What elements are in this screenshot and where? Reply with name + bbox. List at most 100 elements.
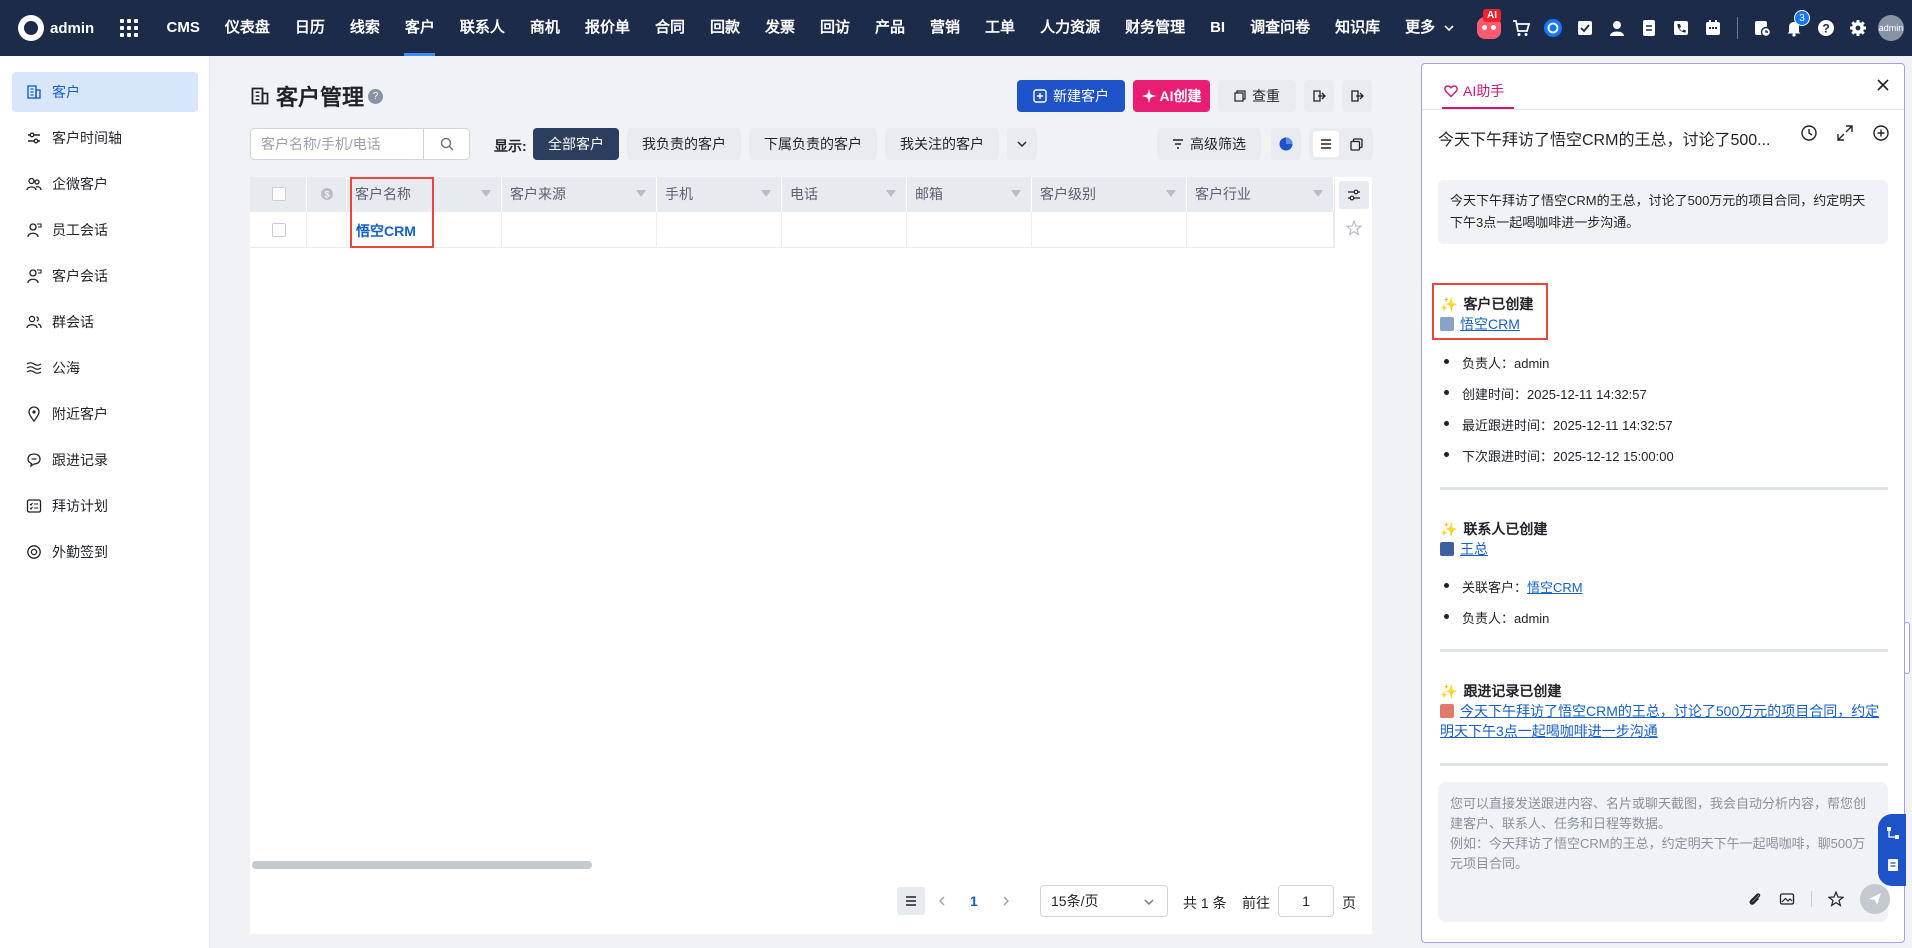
chevron-left-icon[interactable] [936,895,948,907]
nav-item-leads[interactable]: 线索 [337,0,392,56]
phone-icon[interactable] [1665,12,1697,44]
sidebar-item-customers[interactable]: 客户 [12,72,198,112]
advanced-filter-button[interactable]: 高级筛选 [1157,128,1261,160]
column-filter-icon[interactable] [1313,190,1323,197]
cart-icon[interactable] [1505,12,1537,44]
column-filter-icon[interactable] [636,190,646,197]
nav-item-contacts[interactable]: 联系人 [447,0,517,56]
nav-item-calendar[interactable]: 日历 [282,0,337,56]
search-button[interactable] [423,129,469,159]
import-button[interactable] [1304,80,1334,112]
ai-create-button[interactable]: AI创建 [1133,80,1210,112]
app-grid-icon[interactable] [120,19,138,37]
star-icon[interactable] [1828,891,1844,907]
nav-item-products[interactable]: 产品 [863,0,918,56]
nav-item-quotes[interactable]: 报价单 [572,0,642,56]
tab-subordinate-customers[interactable]: 下属负责的客户 [749,128,877,160]
image-icon[interactable] [1779,891,1795,907]
tab-my-customers[interactable]: 我负责的客户 [627,128,741,160]
sidebar-item-customer-timeline[interactable]: 客户时间轴 [12,118,198,158]
nav-item-tickets[interactable]: 工单 [973,0,1028,56]
expand-icon[interactable] [1836,124,1854,142]
close-icon[interactable] [1876,78,1890,92]
task-check-icon[interactable] [1569,12,1601,44]
nav-item-finance[interactable]: 财务管理 [1113,0,1198,56]
search-input[interactable] [251,129,423,159]
sidebar-item-wecom-customers[interactable]: 企微客户 [12,164,198,204]
bell-icon[interactable]: 3 [1778,10,1810,44]
column-header-mobile[interactable]: 手机 [657,177,782,212]
list-view-button[interactable] [1313,131,1339,157]
nav-item-invoices[interactable]: 发票 [752,0,807,56]
sidebar-item-public-pool[interactable]: 公海 [12,348,198,388]
sidebar-item-visit-plans[interactable]: 拜访计划 [12,486,198,526]
nav-item-payments[interactable]: 回款 [697,0,752,56]
related-customer-link[interactable]: 悟空CRM [1527,580,1583,595]
nav-item-opportunities[interactable]: 商机 [517,0,572,56]
row-checkbox[interactable] [272,223,286,237]
nav-item-marketing[interactable]: 营销 [918,0,973,56]
column-settings-button[interactable] [1339,181,1369,209]
column-filter-icon[interactable] [1011,190,1021,197]
more-tabs-button[interactable] [1007,128,1037,160]
column-header-industry[interactable]: 客户行业 [1187,177,1334,212]
tab-all-customers[interactable]: 全部客户 [533,128,619,160]
new-chat-icon[interactable] [1872,124,1890,142]
nav-item-revisits[interactable]: 回访 [808,0,863,56]
column-header-email[interactable]: 邮箱 [907,177,1032,212]
card-view-button[interactable] [1343,131,1369,157]
tab-ai-assistant[interactable]: AI助手 [1444,76,1504,106]
column-header-level[interactable]: 客户级别 [1032,177,1187,212]
floating-side-tab[interactable] [1878,814,1906,886]
help-icon[interactable]: ? [368,88,384,104]
schedule-icon[interactable] [1746,12,1778,44]
sidebar-item-group-sessions[interactable]: 群会话 [12,302,198,342]
column-filter-icon[interactable] [1166,190,1176,197]
chevron-right-icon[interactable] [1000,895,1012,907]
nav-item-cms[interactable]: CMS [154,0,212,56]
column-filter-icon[interactable] [481,190,491,197]
nav-item-knowledge[interactable]: 知识库 [1323,0,1393,56]
chat-app-icon[interactable] [1537,12,1569,44]
nav-item-survey[interactable]: 调查问卷 [1238,0,1323,56]
brand-logo[interactable]: admin [18,15,98,41]
sidebar-item-field-checkin[interactable]: 外勤签到 [12,532,198,572]
select-all-checkbox[interactable] [272,187,286,201]
goto-page-input[interactable]: 1 [1278,885,1334,917]
column-filter-icon[interactable] [886,190,896,197]
column-header-source[interactable]: 客户来源 [502,177,657,212]
calendar-icon[interactable] [1697,12,1729,44]
user-icon[interactable] [1601,12,1633,44]
chart-view-button[interactable] [1271,128,1301,160]
nav-item-contracts[interactable]: 合同 [642,0,697,56]
paperclip-icon[interactable] [1747,891,1763,907]
sidebar-item-nearby-customers[interactable]: 附近客户 [12,394,198,434]
document-icon[interactable] [1633,12,1665,44]
horizontal-scrollbar[interactable] [252,861,592,869]
nav-item-hr[interactable]: 人力资源 [1028,0,1113,56]
nav-item-more[interactable]: 更多 [1393,0,1468,56]
sidebar-item-customer-sessions[interactable]: 客户会话 [12,256,198,296]
star-icon[interactable] [1346,220,1362,236]
pagination-list-toggle[interactable] [897,887,925,915]
created-followup-link[interactable]: 今天下午拜访了悟空CRM的王总，讨论了500万元的项目合同，约定明天下午3点一起… [1440,701,1888,741]
new-customer-button[interactable]: 新建客户 [1017,80,1125,112]
nav-item-customers[interactable]: 客户 [392,0,447,56]
export-button[interactable] [1342,80,1372,112]
created-contact-link[interactable]: 王总 [1440,539,1488,559]
history-icon[interactable] [1800,124,1818,142]
nav-item-bi[interactable]: BI [1198,0,1238,56]
send-button[interactable] [1860,884,1890,914]
column-header-phone[interactable]: 电话 [782,177,907,212]
ai-robot-button[interactable]: AI [1473,9,1505,44]
current-page[interactable]: 1 [970,893,978,909]
sidebar-item-followup-records[interactable]: 跟进记录 [12,440,198,480]
gear-icon[interactable] [1842,12,1874,44]
column-filter-icon[interactable] [761,190,771,197]
panel-resize-handle[interactable] [1904,622,1910,674]
help-icon[interactable]: ? [1810,12,1842,44]
avatar[interactable]: admin [1878,15,1904,41]
sidebar-item-staff-sessions[interactable]: 员工会话 [12,210,198,250]
nav-item-dashboard[interactable]: 仪表盘 [212,0,282,56]
tab-followed-customers[interactable]: 我关注的客户 [885,128,999,160]
